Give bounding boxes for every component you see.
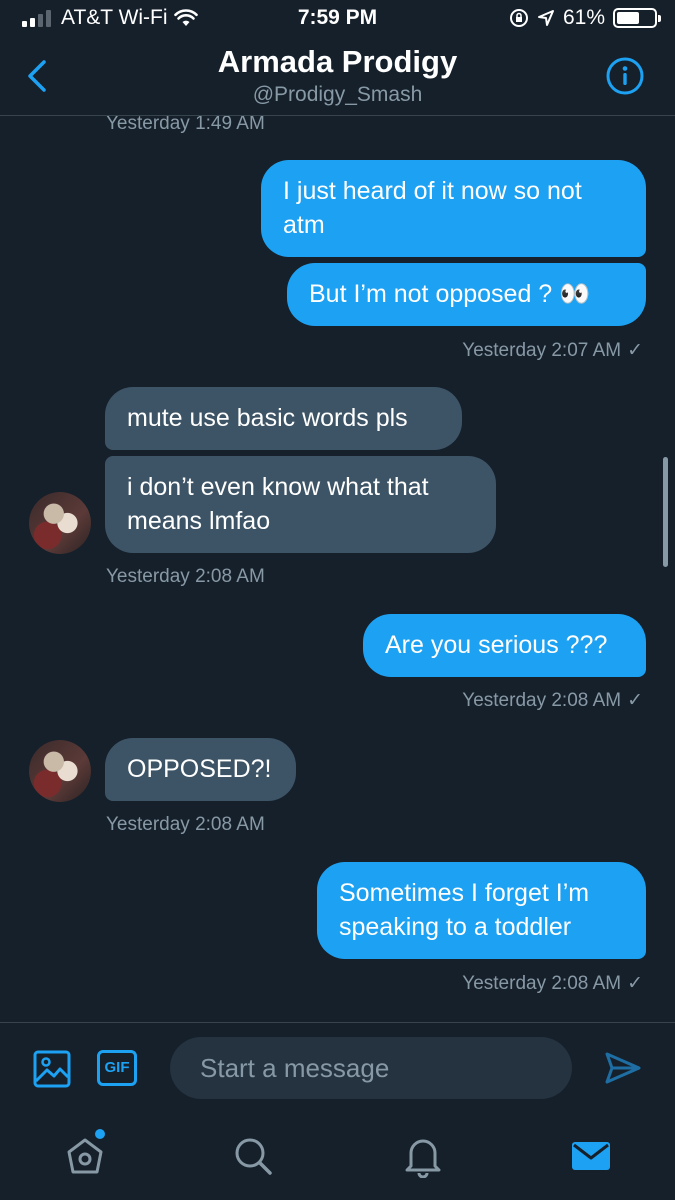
location-icon (537, 10, 554, 26)
timestamp-text: Yesterday 2:08 AM (462, 690, 622, 711)
read-check-icon: ✓ (627, 690, 643, 711)
incoming-message-bubble[interactable]: OPPOSED?! (105, 738, 296, 801)
battery-percent: 61% (562, 6, 605, 29)
message-text: But I’m not opposed ? 👀 (309, 280, 591, 308)
tab-bar (0, 1114, 675, 1200)
notifications-icon[interactable] (401, 1134, 445, 1178)
outgoing-message-bubble[interactable]: I just heard of it now so not atm (261, 160, 646, 257)
message-line: atm (283, 211, 325, 239)
send-icon[interactable] (603, 1048, 643, 1088)
battery-icon (613, 8, 661, 28)
message-text: mute use basic words pls (127, 404, 408, 432)
search-icon[interactable] (231, 1134, 275, 1178)
timestamp-text: Yesterday 2:08 AM (106, 814, 265, 835)
message-text: OPPOSED?! (127, 755, 272, 783)
contact-avatar[interactable] (29, 740, 91, 802)
message-timestamp: Yesterday 2:08 AM (106, 566, 265, 588)
messages-icon[interactable] (569, 1134, 613, 1178)
incoming-message-bubble[interactable]: mute use basic words pls (105, 387, 462, 450)
contact-handle: @Prodigy_Smash (252, 83, 423, 106)
gif-icon[interactable]: GIF (97, 1050, 137, 1086)
message-timestamp: Yesterday 1:49 AM (106, 116, 265, 135)
contact-name[interactable]: Armada Prodigy (0, 44, 675, 80)
home-icon[interactable] (63, 1134, 107, 1178)
read-check-icon: ✓ (627, 973, 643, 994)
message-input[interactable] (170, 1037, 572, 1099)
message-timestamp: Yesterday 2:08 AM ✓ (462, 972, 643, 995)
message-text: Are you serious ??? (385, 631, 608, 659)
message-timestamp: Yesterday 2:08 AM (106, 814, 265, 836)
message-line: Sometimes I forget I’m (339, 879, 590, 907)
timestamp-text: Yesterday 2:07 AM (462, 340, 622, 361)
message-timestamp: Yesterday 2:08 AM ✓ (462, 689, 643, 712)
home-notification-dot (95, 1129, 105, 1139)
timestamp-text: Yesterday 1:49 AM (106, 116, 265, 134)
timestamp-text: Yesterday 2:08 AM (106, 566, 265, 587)
message-line: i don’t even know what that (127, 473, 429, 501)
contact-avatar[interactable] (29, 492, 91, 554)
message-list[interactable]: Yesterday 1:49 AM I just heard of it now… (0, 116, 675, 1022)
message-line: I just heard of it now so not (283, 177, 582, 205)
image-icon[interactable] (32, 1049, 72, 1089)
status-right: 61% (509, 6, 661, 30)
conversation-header: Armada Prodigy @Prodigy_Smash (0, 38, 675, 116)
message-composer: GIF (0, 1022, 675, 1114)
incoming-message-bubble[interactable]: i don’t even know what that means lmfao (105, 456, 496, 553)
timestamp-text: Yesterday 2:08 AM (462, 973, 622, 994)
outgoing-message-bubble[interactable]: Sometimes I forget I’m speaking to a tod… (317, 862, 646, 959)
info-icon[interactable] (605, 56, 645, 96)
message-timestamp: Yesterday 2:07 AM ✓ (462, 339, 643, 362)
message-line: means lmfao (127, 507, 271, 535)
outgoing-message-bubble[interactable]: But I’m not opposed ? 👀 (287, 263, 646, 326)
read-check-icon: ✓ (627, 340, 643, 361)
battery-fill (617, 12, 639, 24)
scrollbar[interactable] (663, 457, 668, 567)
outgoing-message-bubble[interactable]: Are you serious ??? (363, 614, 646, 677)
message-line: speaking to a toddler (339, 913, 572, 941)
status-bar: AT&T Wi-Fi 7:59 PM 61% (0, 0, 675, 38)
orientation-lock-icon (509, 9, 528, 27)
